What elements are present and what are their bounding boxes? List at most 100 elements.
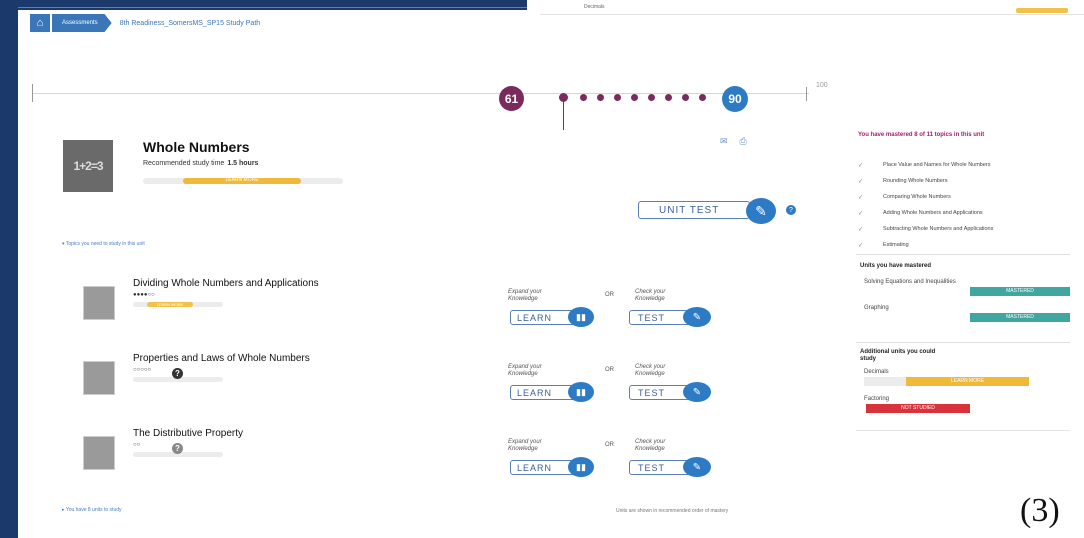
- expand-knowledge-label: Expand your Knowledge: [508, 289, 542, 302]
- edit-icon[interactable]: ✎: [746, 198, 776, 224]
- topic-row: Properties and Laws of Whole Numbers ○○○…: [80, 353, 840, 413]
- adjacent-page-bar: [1016, 8, 1068, 13]
- breadcrumb: ⌂ Assessments 8th Readiness_SomersMS_SP1…: [30, 14, 260, 32]
- figure-number: (3): [1020, 492, 1060, 529]
- check-knowledge-label: Check your Knowledge: [635, 364, 666, 377]
- mastered-unit-name[interactable]: Graphing: [864, 305, 1070, 311]
- mastered-unit-bar: MASTERED: [864, 287, 1070, 296]
- topics-toggle-link[interactable]: ▾ Topics you need to study in this unit: [62, 241, 145, 247]
- additional-status: LEARN MORE: [906, 377, 1029, 386]
- or-label: OR: [605, 442, 614, 448]
- additional-units-heading: Additional units you could study: [860, 349, 940, 363]
- unit-progress-bar: LEARN MORE: [143, 177, 343, 184]
- window-left-frame: [0, 0, 18, 538]
- divider: [856, 254, 1070, 255]
- book-icon[interactable]: ▮▮: [568, 457, 594, 477]
- topic-row: Dividing Whole Numbers and Applications …: [80, 278, 840, 338]
- or-label: OR: [605, 292, 614, 298]
- progress-dot: [682, 94, 689, 101]
- mastered-topic-name[interactable]: Adding Whole Numbers and Applications: [883, 210, 983, 216]
- score-track-start: [32, 84, 33, 102]
- unit-test-button[interactable]: UNIT TEST: [638, 201, 750, 219]
- mastered-topics-list: ✓ Place Value and Names for Whole Numbers…: [858, 160, 1058, 248]
- check-icon: ✓: [858, 211, 864, 217]
- progress-dot: [580, 94, 587, 101]
- additional-unit: Decimals LEARN MORE: [864, 369, 1070, 386]
- help-icon[interactable]: ?: [172, 368, 183, 379]
- adjacent-page-text: Decimals: [584, 4, 605, 10]
- topic-rating: ●●●●○○: [133, 292, 155, 298]
- list-item: ✓ Estimating: [858, 240, 1058, 248]
- mastered-topic-name[interactable]: Comparing Whole Numbers: [883, 194, 951, 200]
- home-icon[interactable]: ⌂: [30, 14, 50, 32]
- progress-dot: [597, 94, 604, 101]
- study-time: Recommended study time 1.5 hours: [143, 160, 258, 167]
- check-knowledge-label: Check your Knowledge: [635, 289, 666, 302]
- expand-knowledge-label: Expand your Knowledge: [508, 364, 542, 377]
- list-item: ✓ Adding Whole Numbers and Applications: [858, 208, 1058, 224]
- topic-progress-bar: LEARN MORE: [133, 302, 223, 307]
- current-score-bubble: 61: [499, 86, 524, 111]
- score-track-end: [806, 87, 807, 101]
- more-units-link[interactable]: ▸ You have 8 units to study: [62, 507, 122, 513]
- additional-unit-name[interactable]: Decimals: [864, 369, 1070, 375]
- breadcrumb-assessments[interactable]: Assessments: [52, 14, 112, 32]
- topic-icon: [83, 286, 115, 320]
- top-header-bar: [18, 0, 527, 10]
- score-max-label: 100: [816, 82, 828, 89]
- topic-icon: [83, 436, 115, 470]
- mastered-topic-name[interactable]: Subtracting Whole Numbers and Applicatio…: [883, 226, 993, 232]
- mastered-topic-name[interactable]: Place Value and Names for Whole Numbers: [883, 162, 991, 168]
- check-knowledge-label: Check your Knowledge: [635, 439, 666, 452]
- list-item: ✓ Subtracting Whole Numbers and Applicati…: [858, 224, 1058, 240]
- score-track: [33, 93, 809, 94]
- additional-unit-name[interactable]: Factoring: [864, 396, 1070, 402]
- additional-status: NOT STUDIED: [866, 404, 970, 413]
- help-icon[interactable]: ?: [172, 443, 183, 454]
- additional-unit-bar: NOT STUDIED: [864, 404, 1029, 413]
- list-item: ✓ Place Value and Names for Whole Numbers: [858, 160, 1058, 176]
- pencil-icon[interactable]: ✎: [683, 307, 711, 327]
- additional-units-heading-text: Additional units you could study: [860, 349, 936, 362]
- mastered-topic-name[interactable]: Rounding Whole Numbers: [883, 178, 948, 184]
- unit-title: Whole Numbers: [143, 139, 250, 155]
- check-icon: ✓: [858, 179, 864, 185]
- help-icon[interactable]: ?: [786, 205, 796, 215]
- email-icon[interactable]: ✉: [720, 136, 728, 147]
- list-item: ✓ Comparing Whole Numbers: [858, 192, 1058, 208]
- progress-dot: [648, 94, 655, 101]
- topics-note-text: Topics you need to study in this unit: [65, 241, 145, 247]
- topic-name[interactable]: Properties and Laws of Whole Numbers: [133, 353, 310, 364]
- mastered-topic-name[interactable]: Estimating: [883, 242, 909, 248]
- topic-rating: ○○○○○: [133, 367, 152, 373]
- more-units-text: You have 8 units to study: [65, 507, 122, 513]
- additional-unit-bar: LEARN MORE: [864, 377, 1029, 386]
- units-mastered-heading: Units you have mastered: [860, 263, 932, 269]
- mastered-unit-bar: MASTERED: [864, 313, 1070, 322]
- current-position-marker: [563, 100, 564, 130]
- book-icon[interactable]: ▮▮: [568, 307, 594, 327]
- pencil-icon[interactable]: ✎: [683, 457, 711, 477]
- topic-icon: [83, 361, 115, 395]
- print-icon[interactable]: ⎙: [740, 136, 747, 147]
- mastered-unit: Solving Equations and Inequalities MASTE…: [864, 279, 1070, 296]
- unit-actions: ✉ ⎙: [720, 136, 747, 147]
- pencil-icon[interactable]: ✎: [683, 382, 711, 402]
- mastered-status: MASTERED: [970, 287, 1070, 296]
- header-stripe: [18, 7, 527, 8]
- or-label: OR: [605, 367, 614, 373]
- expand-knowledge-label: Expand your Knowledge: [508, 439, 542, 452]
- book-icon[interactable]: ▮▮: [568, 382, 594, 402]
- mastered-unit: Graphing MASTERED: [864, 305, 1070, 322]
- progress-dot: [699, 94, 706, 101]
- mastered-unit-name[interactable]: Solving Equations and Inequalities: [864, 279, 1070, 285]
- study-time-label: Recommended study time: [143, 160, 225, 167]
- unit-math-icon: 1+2=3: [63, 140, 113, 192]
- mastered-topics-heading: You have mastered 8 of 11 topics in this…: [858, 132, 985, 138]
- topic-name[interactable]: Dividing Whole Numbers and Applications: [133, 278, 319, 289]
- list-item: ✓ Rounding Whole Numbers: [858, 176, 1058, 192]
- breadcrumb-study-path[interactable]: 8th Readiness_SomersMS_SP15 Study Path: [120, 20, 260, 27]
- topic-name[interactable]: The Distributive Property: [133, 428, 243, 439]
- adjacent-page-header: Decimals: [540, 0, 1084, 15]
- progress-dot: [614, 94, 621, 101]
